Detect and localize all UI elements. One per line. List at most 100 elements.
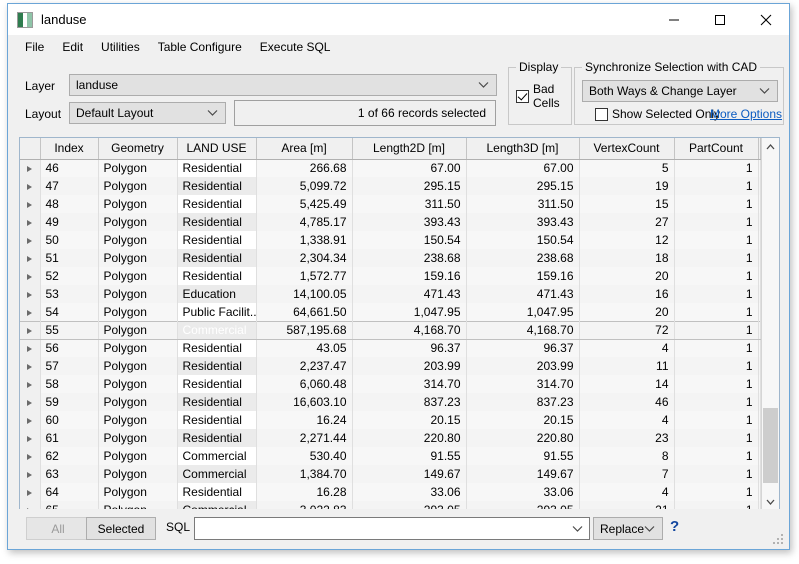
cell-length3d[interactable]: 1,047.95 xyxy=(466,303,580,321)
menu-execute-sql[interactable]: Execute SQL xyxy=(251,37,340,57)
row-expand-arrow-icon[interactable] xyxy=(20,267,41,285)
cell-length2d[interactable]: 471.43 xyxy=(352,285,467,303)
cell-geometry[interactable]: Polygon xyxy=(98,159,178,177)
column-header-area[interactable]: Area [m] xyxy=(256,138,353,160)
cell-vertexcount[interactable]: 20 xyxy=(579,267,675,285)
scroll-down-button[interactable] xyxy=(762,493,779,510)
cell-land-use[interactable]: Residential xyxy=(177,267,257,285)
cell-partcount[interactable]: 1 xyxy=(674,177,759,195)
cell-geometry[interactable]: Polygon xyxy=(98,483,178,501)
cell-partcount[interactable]: 1 xyxy=(674,339,759,357)
table-row[interactable]: 57 Polygon Residential 2,237.47 203.99 203.99… xyxy=(20,357,761,375)
cell-partcount[interactable]: 1 xyxy=(674,249,759,267)
vertical-scrollbar[interactable] xyxy=(761,138,779,510)
cell-geometry[interactable]: Polygon xyxy=(98,231,178,249)
cell-index[interactable]: 46 xyxy=(40,159,99,177)
cell-geometry[interactable]: Polygon xyxy=(98,465,178,483)
cell-area[interactable]: 5,099.72 xyxy=(256,177,353,195)
selected-button[interactable]: Selected xyxy=(86,517,156,540)
cell-area[interactable]: 530.40 xyxy=(256,447,353,465)
row-expand-arrow-icon[interactable] xyxy=(20,159,41,177)
cell-land-use[interactable]: Residential xyxy=(177,411,257,429)
row-expand-arrow-icon[interactable] xyxy=(20,303,41,321)
cell-length3d[interactable]: 96.37 xyxy=(466,339,580,357)
show-selected-only-checkbox-row[interactable]: Show Selected Only xyxy=(595,107,720,121)
cell-vertexcount[interactable]: 46 xyxy=(579,393,675,411)
more-options-link[interactable]: More Options xyxy=(710,107,782,121)
cell-length2d[interactable]: 159.16 xyxy=(352,267,467,285)
cell-area[interactable]: 587,195.68 xyxy=(256,320,353,340)
cell-length3d[interactable]: 238.68 xyxy=(466,249,580,267)
row-expand-arrow-icon[interactable] xyxy=(20,393,41,411)
cell-partcount[interactable]: 1 xyxy=(674,231,759,249)
cell-area[interactable]: 266.68 xyxy=(256,159,353,177)
cell-partcount[interactable]: 1 xyxy=(674,447,759,465)
cell-geometry[interactable]: Polygon xyxy=(98,339,178,357)
cell-area[interactable]: 14,100.05 xyxy=(256,285,353,303)
table-row[interactable]: 61 Polygon Residential 2,271.44 220.80 220.80… xyxy=(20,429,761,447)
cell-length3d[interactable]: 311.50 xyxy=(466,195,580,213)
cell-land-use[interactable]: Residential xyxy=(177,249,257,267)
cell-geometry[interactable]: Polygon xyxy=(98,303,178,321)
cell-index[interactable]: 58 xyxy=(40,375,99,393)
cell-length3d[interactable]: 67.00 xyxy=(466,159,580,177)
row-expand-arrow-icon[interactable] xyxy=(20,483,41,501)
cell-geometry[interactable]: Polygon xyxy=(98,447,178,465)
row-expand-arrow-icon[interactable] xyxy=(20,339,41,357)
cell-index[interactable]: 48 xyxy=(40,195,99,213)
menu-file[interactable]: File xyxy=(16,37,53,57)
table-row[interactable]: 50 Polygon Residential 1,338.91 150.54 150.54… xyxy=(20,231,761,249)
maximize-button[interactable] xyxy=(697,4,743,35)
column-header-length3d[interactable]: Length3D [m] xyxy=(466,138,580,160)
cell-partcount[interactable]: 1 xyxy=(674,303,759,321)
cell-index[interactable]: 55 xyxy=(40,320,99,340)
cell-partcount[interactable]: 1 xyxy=(674,267,759,285)
table-row[interactable]: 60 Polygon Residential 16.24 20.15 20.15 4 1 xyxy=(20,411,761,429)
cell-vertexcount[interactable]: 18 xyxy=(579,249,675,267)
cell-length3d[interactable]: 149.67 xyxy=(466,465,580,483)
cell-index[interactable]: 53 xyxy=(40,285,99,303)
cell-length3d[interactable]: 20.15 xyxy=(466,411,580,429)
cell-land-use[interactable]: Residential xyxy=(177,231,257,249)
cell-partcount[interactable]: 1 xyxy=(674,483,759,501)
cell-land-use[interactable]: Residential xyxy=(177,429,257,447)
cell-length2d[interactable]: 20.15 xyxy=(352,411,467,429)
cell-length2d[interactable]: 91.55 xyxy=(352,447,467,465)
cell-land-use[interactable]: Residential xyxy=(177,213,257,231)
table-row[interactable]: 47 Polygon Residential 5,099.72 295.15 295.15… xyxy=(20,177,761,195)
cell-geometry[interactable]: Polygon xyxy=(98,285,178,303)
cell-length2d[interactable]: 295.15 xyxy=(352,177,467,195)
column-header-geometry[interactable]: Geometry xyxy=(98,138,178,160)
row-expand-arrow-icon[interactable] xyxy=(20,411,41,429)
cell-area[interactable]: 1,572.77 xyxy=(256,267,353,285)
cell-partcount[interactable]: 1 xyxy=(674,320,759,340)
cell-area[interactable]: 2,304.34 xyxy=(256,249,353,267)
show-selected-only-checkbox[interactable] xyxy=(595,107,608,121)
cell-area[interactable]: 16.24 xyxy=(256,411,353,429)
row-expand-arrow-icon[interactable] xyxy=(20,465,41,483)
cell-length2d[interactable]: 311.50 xyxy=(352,195,467,213)
table-row[interactable]: 49 Polygon Residential 4,785.17 393.43 393.43… xyxy=(20,213,761,231)
minimize-button[interactable] xyxy=(651,4,697,35)
cell-land-use[interactable]: Residential xyxy=(177,375,257,393)
cell-length2d[interactable]: 238.68 xyxy=(352,249,467,267)
cell-area[interactable]: 5,425.49 xyxy=(256,195,353,213)
menu-utilities[interactable]: Utilities xyxy=(92,37,149,57)
cell-length3d[interactable]: 393.43 xyxy=(466,213,580,231)
bad-cells-checkbox-row[interactable]: Bad Cells xyxy=(516,82,571,110)
row-expand-arrow-icon[interactable] xyxy=(20,357,41,375)
cell-length2d[interactable]: 220.80 xyxy=(352,429,467,447)
cell-length3d[interactable]: 314.70 xyxy=(466,375,580,393)
cell-vertexcount[interactable]: 4 xyxy=(579,483,675,501)
cell-index[interactable]: 54 xyxy=(40,303,99,321)
table-row[interactable]: 59 Polygon Residential 16,603.10 837.23 837.2… xyxy=(20,393,761,411)
table-row[interactable]: 56 Polygon Residential 43.05 96.37 96.37 4 1 xyxy=(20,339,761,357)
sync-mode-select[interactable]: Both Ways & Change Layer xyxy=(582,80,778,102)
cell-vertexcount[interactable]: 19 xyxy=(579,177,675,195)
cell-area[interactable]: 1,338.91 xyxy=(256,231,353,249)
cell-land-use[interactable]: Education xyxy=(177,285,257,303)
cell-partcount[interactable]: 1 xyxy=(674,429,759,447)
cell-area[interactable]: 43.05 xyxy=(256,339,353,357)
cell-vertexcount[interactable]: 72 xyxy=(579,320,675,340)
table-row[interactable]: 53 Polygon Education 14,100.05 471.43 471.43 1… xyxy=(20,285,761,303)
